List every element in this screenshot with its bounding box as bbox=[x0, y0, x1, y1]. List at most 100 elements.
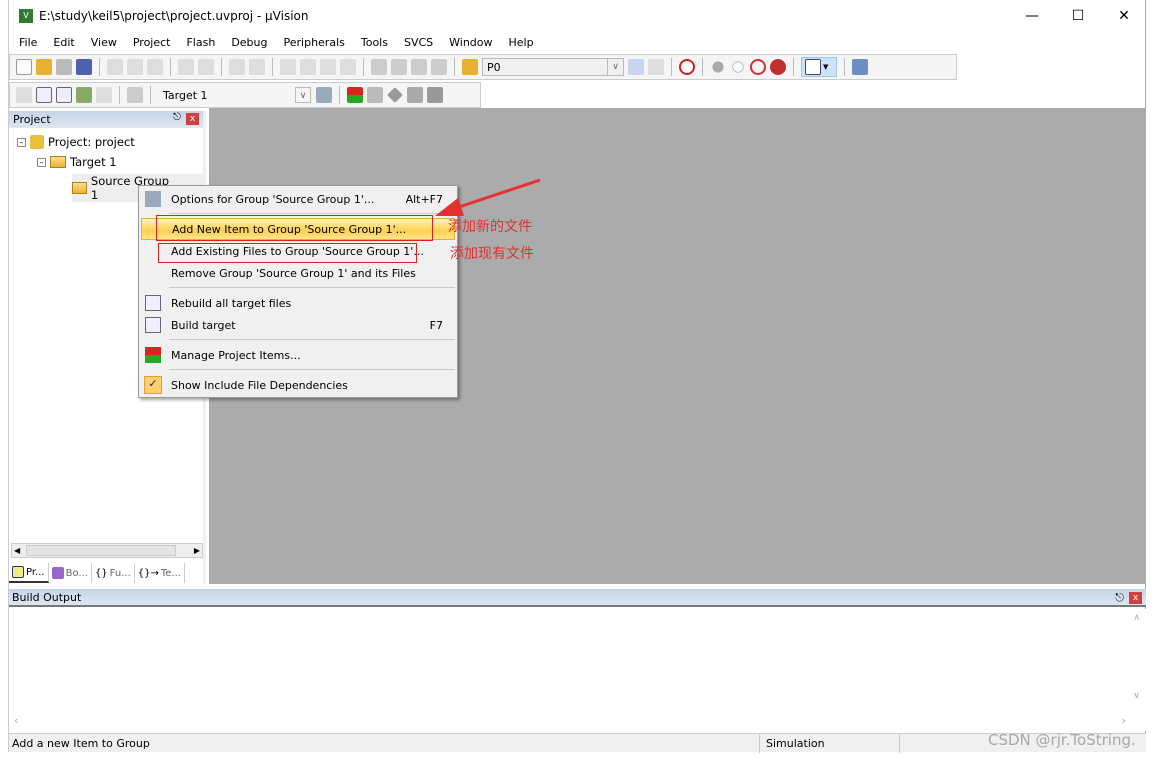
pin-icon[interactable]: ⎋ bbox=[173, 112, 181, 123]
find-combo[interactable]: P0 ∨ bbox=[482, 58, 624, 76]
nav-forward-icon[interactable] bbox=[249, 59, 265, 75]
close-button[interactable]: ✕ bbox=[1101, 0, 1147, 32]
paste-icon[interactable] bbox=[147, 59, 163, 75]
kill-breakpoints-icon[interactable] bbox=[770, 59, 786, 75]
next-bookmark-icon[interactable] bbox=[320, 59, 336, 75]
unindent-icon[interactable] bbox=[391, 59, 407, 75]
menu-view[interactable]: View bbox=[83, 36, 125, 49]
comment-icon[interactable] bbox=[411, 59, 427, 75]
uncomment-icon[interactable] bbox=[431, 59, 447, 75]
folder-icon bbox=[72, 182, 87, 194]
manage-project-items-icon[interactable] bbox=[347, 87, 363, 103]
batch-build-icon[interactable] bbox=[76, 87, 92, 103]
target-combo[interactable]: Target 1 ∨ bbox=[158, 86, 312, 104]
clear-bookmarks-icon[interactable] bbox=[340, 59, 356, 75]
open-file-icon[interactable] bbox=[36, 59, 52, 75]
tab-functions[interactable]: {} Fu... bbox=[92, 563, 135, 583]
cut-icon[interactable] bbox=[107, 59, 123, 75]
tree-label: Project: project bbox=[48, 135, 135, 149]
indent-icon[interactable] bbox=[371, 59, 387, 75]
menu-edit[interactable]: Edit bbox=[45, 36, 82, 49]
copy-icon[interactable] bbox=[127, 59, 143, 75]
collapse-icon[interactable]: – bbox=[37, 157, 46, 167]
menu-item-options-for-group[interactable]: Options for Group 'Source Group 1'... Alt… bbox=[141, 188, 455, 210]
scroll-right-icon[interactable]: › bbox=[1122, 714, 1126, 727]
disable-breakpoint-icon[interactable] bbox=[732, 61, 744, 73]
manage-rte-icon[interactable] bbox=[387, 87, 403, 103]
new-file-icon[interactable] bbox=[16, 59, 32, 75]
checkmark-icon: ✓ bbox=[144, 376, 162, 394]
menu-project[interactable]: Project bbox=[125, 36, 179, 49]
status-mode: Simulation bbox=[759, 734, 825, 753]
tab-project[interactable]: Pr... bbox=[9, 563, 49, 583]
scroll-left-icon[interactable]: ◀ bbox=[14, 546, 20, 555]
close-panel-button[interactable]: x bbox=[1129, 592, 1142, 604]
books-icon bbox=[51, 567, 64, 579]
tab-label: Bo... bbox=[65, 567, 88, 579]
menu-item-rebuild-all[interactable]: Rebuild all target files bbox=[141, 292, 455, 314]
menu-flash[interactable]: Flash bbox=[178, 36, 223, 49]
menu-svcs[interactable]: SVCS bbox=[396, 36, 441, 49]
menu-item-remove-group[interactable]: Remove Group 'Source Group 1' and its Fi… bbox=[141, 262, 455, 284]
annotation-new-file: 添加新的文件 bbox=[448, 219, 532, 235]
menu-debug[interactable]: Debug bbox=[223, 36, 275, 49]
close-panel-button[interactable]: x bbox=[186, 113, 199, 125]
disable-all-breakpoints-icon[interactable] bbox=[750, 59, 766, 75]
save-icon[interactable] bbox=[56, 59, 72, 75]
nav-back-icon[interactable] bbox=[229, 59, 245, 75]
scrollbar-thumb[interactable] bbox=[26, 545, 176, 556]
maximize-button[interactable]: ☐ bbox=[1055, 0, 1101, 32]
menu-tools[interactable]: Tools bbox=[353, 36, 396, 49]
undo-icon[interactable] bbox=[178, 59, 194, 75]
tree-item-target[interactable]: – Target 1 bbox=[37, 155, 117, 169]
build-icon[interactable] bbox=[36, 87, 52, 103]
tree-item-project[interactable]: – Project: project bbox=[17, 135, 135, 149]
scroll-down-icon[interactable]: ∨ bbox=[1133, 691, 1140, 701]
configure-wrench-icon[interactable] bbox=[852, 59, 868, 75]
translate-icon[interactable] bbox=[16, 87, 32, 103]
menu-file[interactable]: File bbox=[11, 36, 45, 49]
tree-label: Target 1 bbox=[70, 155, 117, 169]
chevron-down-icon[interactable]: ∨ bbox=[295, 87, 311, 103]
menu-peripherals[interactable]: Peripherals bbox=[276, 36, 353, 49]
target-combo-value: Target 1 bbox=[163, 88, 208, 102]
breakpoint-icon[interactable] bbox=[712, 61, 724, 73]
tab-books[interactable]: Bo... bbox=[49, 563, 92, 583]
minimize-button[interactable]: — bbox=[1009, 0, 1055, 32]
debug-session-icon[interactable] bbox=[679, 59, 695, 75]
pin-icon[interactable]: ⎋ bbox=[1115, 589, 1124, 607]
select-packs-icon[interactable] bbox=[367, 87, 383, 103]
chevron-down-icon[interactable]: ∨ bbox=[607, 59, 623, 75]
find-icon[interactable] bbox=[628, 59, 644, 75]
menu-item-label: Build target bbox=[171, 318, 236, 332]
menu-item-manage-project-items[interactable]: Manage Project Items... bbox=[141, 344, 455, 366]
prev-bookmark-icon[interactable] bbox=[300, 59, 316, 75]
menu-help[interactable]: Help bbox=[501, 36, 542, 49]
redo-icon[interactable] bbox=[198, 59, 214, 75]
find-in-files-icon[interactable] bbox=[462, 59, 478, 75]
scroll-up-icon[interactable]: ∧ bbox=[1133, 613, 1140, 623]
pack-installer-icon[interactable] bbox=[407, 87, 423, 103]
tab-templates[interactable]: {}→ Te... bbox=[135, 563, 185, 583]
save-all-icon[interactable] bbox=[76, 59, 92, 75]
dropdown-arrow-icon: ▼ bbox=[823, 63, 829, 71]
download-load-icon[interactable] bbox=[127, 87, 143, 103]
window-layout-button[interactable]: ▼ bbox=[801, 57, 837, 77]
menu-item-show-include-deps[interactable]: ✓ Show Include File Dependencies bbox=[141, 374, 455, 396]
project-panel-tabs: Pr... Bo... {} Fu... {}→ Te... bbox=[9, 563, 204, 583]
horizontal-scrollbar[interactable]: ◀ ▶ bbox=[11, 543, 203, 558]
software-packs-icon[interactable] bbox=[427, 87, 443, 103]
scroll-right-icon[interactable]: ▶ bbox=[194, 546, 200, 555]
build-output-text[interactable]: ∧ ∨ ‹ › bbox=[9, 609, 1146, 731]
file-toolbar: P0 ∨ ▼ bbox=[9, 54, 957, 80]
bookmark-icon[interactable] bbox=[280, 59, 296, 75]
target-options-icon[interactable] bbox=[316, 87, 332, 103]
menu-window[interactable]: Window bbox=[441, 36, 500, 49]
scroll-left-icon[interactable]: ‹ bbox=[14, 714, 18, 727]
stop-build-icon[interactable] bbox=[96, 87, 112, 103]
menu-item-label: Manage Project Items... bbox=[171, 348, 301, 362]
collapse-icon[interactable]: – bbox=[17, 137, 26, 147]
rebuild-icon[interactable] bbox=[56, 87, 72, 103]
menu-item-build-target[interactable]: Build target F7 bbox=[141, 314, 455, 336]
incremental-find-icon[interactable] bbox=[648, 59, 664, 75]
